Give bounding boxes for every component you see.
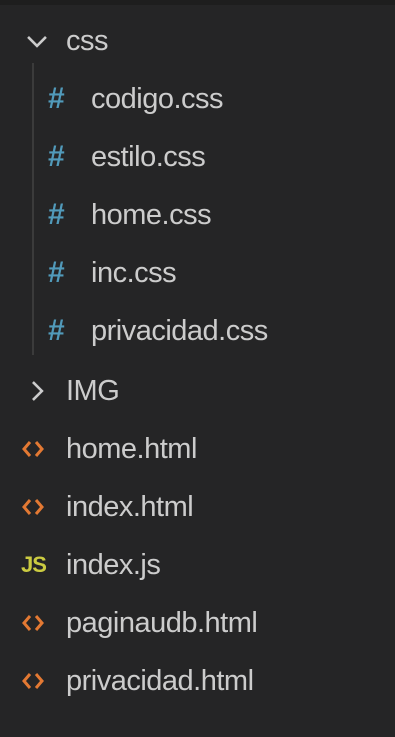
file-label: codigo.css — [91, 82, 224, 115]
file-label: paginaudb.html — [66, 606, 258, 639]
hash-icon: # — [48, 82, 65, 115]
file-label: privacidad.html — [66, 664, 254, 697]
html-icon — [22, 615, 44, 631]
file-label: inc.css — [91, 256, 177, 289]
hash-icon: # — [48, 140, 65, 173]
file-label: home.html — [66, 432, 197, 465]
file-privacidad-css[interactable]: # privacidad.css — [0, 302, 395, 360]
folder-img-label: IMG — [66, 374, 120, 407]
hash-icon: # — [48, 256, 65, 289]
file-label: index.html — [66, 490, 194, 523]
js-icon: JS — [21, 552, 47, 577]
file-paginaudb-html[interactable]: paginaudb.html — [0, 594, 395, 652]
folder-css[interactable]: css — [0, 12, 395, 70]
html-icon — [22, 673, 44, 689]
chevron-right-icon — [32, 381, 44, 401]
folder-img[interactable]: IMG — [0, 362, 395, 420]
hash-icon: # — [48, 314, 65, 347]
file-label: estilo.css — [91, 140, 206, 173]
folder-css-label: css — [66, 24, 109, 57]
hash-icon: # — [48, 198, 65, 231]
explorer-top-border — [0, 0, 395, 5]
file-explorer: css # codigo.css # estilo.css # home.css… — [0, 0, 395, 737]
file-inc-css[interactable]: # inc.css — [0, 244, 395, 302]
file-index-html[interactable]: index.html — [0, 478, 395, 536]
file-codigo-css[interactable]: # codigo.css — [0, 70, 395, 128]
file-index-js[interactable]: JS index.js — [0, 536, 395, 594]
file-home-html[interactable]: home.html — [0, 420, 395, 478]
file-home-css[interactable]: # home.css — [0, 186, 395, 244]
file-label: privacidad.css — [91, 314, 268, 347]
file-estilo-css[interactable]: # estilo.css — [0, 128, 395, 186]
file-label: index.js — [66, 548, 161, 581]
chevron-down-icon — [27, 36, 47, 48]
file-label: home.css — [91, 198, 212, 231]
html-icon — [22, 499, 44, 515]
html-icon — [22, 441, 44, 457]
file-privacidad-html[interactable]: privacidad.html — [0, 652, 395, 710]
